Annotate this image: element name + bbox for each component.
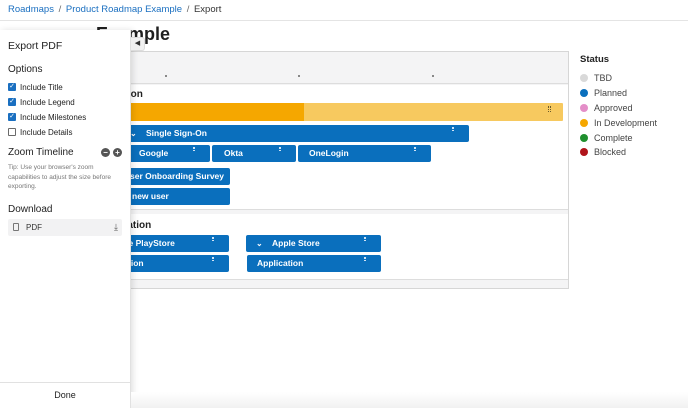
bottom-fade — [131, 392, 688, 408]
status-dot-icon — [580, 133, 588, 142]
status-dot-icon — [580, 148, 588, 157]
bar-label: new user — [132, 191, 169, 201]
bar-label: Apple Store — [272, 238, 320, 248]
bar-label: Google — [139, 148, 169, 158]
bar-label: Application — [257, 258, 304, 268]
timeline-tick — [165, 75, 167, 77]
drag-handle-icon[interactable] — [193, 147, 195, 151]
file-icon — [13, 223, 19, 231]
option-label: Include Legend — [20, 97, 75, 107]
drag-handle-icon[interactable] — [452, 127, 454, 131]
status-dot-icon — [580, 89, 588, 98]
options-heading: Options — [8, 64, 43, 75]
timeline-tick — [432, 75, 434, 77]
feature-bar-application-ios[interactable]: Application — [247, 255, 381, 272]
feature-bar-single-sign-on[interactable]: ⌄ Single Sign-On — [108, 125, 469, 142]
legend-item-complete: Complete — [580, 130, 657, 145]
option-include-milestones[interactable]: ✓ Include Milestones — [8, 111, 86, 123]
checkbox[interactable] — [8, 128, 16, 136]
export-pdf-panel: Export PDF Options ✓ Include Title ✓ Inc… — [0, 30, 131, 408]
drag-handle-icon[interactable] — [548, 106, 551, 112]
header-divider — [0, 20, 688, 21]
option-include-legend[interactable]: ✓ Include Legend — [8, 96, 75, 108]
chevron-down-icon[interactable]: ⌄ — [130, 125, 140, 142]
option-include-details[interactable]: Include Details — [8, 126, 72, 138]
legend-label: In Development — [594, 117, 658, 128]
legend-label: TBD — [594, 73, 612, 84]
zoom-tip: Tip: Use your browser's zoom capabilitie… — [8, 164, 111, 190]
panel-footer: Done — [0, 382, 130, 408]
status-legend: Status TBD Planned Approved In Developme… — [580, 54, 657, 160]
collapse-panel-button[interactable]: ◀ — [131, 37, 145, 51]
progress-fill — [108, 103, 304, 121]
download-heading: Download — [8, 204, 53, 215]
legend-item-blocked: Blocked — [580, 145, 657, 160]
legend-item-tbd: TBD — [580, 71, 657, 86]
feature-bar-apple-store[interactable]: ⌄ Apple Store — [246, 235, 381, 252]
download-icon[interactable]: ⤓ — [114, 222, 118, 233]
legend-label: Complete — [594, 132, 633, 143]
bar-label: OneLogin — [309, 148, 349, 158]
status-dot-icon — [580, 118, 588, 127]
timeline-tick — [298, 75, 300, 77]
option-label: Include Details — [20, 127, 73, 137]
initiative-progress-bar[interactable] — [108, 103, 563, 121]
checkbox[interactable]: ✓ — [8, 113, 16, 121]
feature-bar-okta[interactable]: Okta — [212, 145, 296, 162]
bar-label: ser Onboarding Survey — [130, 171, 224, 181]
pdf-label: PDF — [26, 223, 42, 232]
drag-handle-icon[interactable] — [414, 147, 416, 151]
legend-item-in-development: In Development — [580, 115, 657, 130]
done-button[interactable]: Done — [0, 390, 130, 400]
drag-handle-icon[interactable] — [212, 257, 214, 261]
chevron-left-icon: ◀ — [134, 40, 141, 47]
breadcrumb-roadmaps-link[interactable]: Roadmaps — [8, 4, 54, 15]
legend-item-approved: Approved — [580, 101, 657, 116]
breadcrumb-current: Export — [193, 4, 222, 15]
timeline-header — [109, 52, 568, 84]
zoom-timeline-heading: Zoom Timeline — [8, 147, 74, 158]
drag-handle-icon[interactable] — [279, 147, 281, 151]
pdf-download-row[interactable]: PDF ⤓ — [8, 219, 122, 236]
feature-bar-onelogin[interactable]: OneLogin — [298, 145, 431, 162]
drag-handle-icon[interactable] — [364, 257, 366, 261]
legend-label: Approved — [594, 102, 633, 113]
drag-handle-icon[interactable] — [212, 237, 214, 241]
legend-label: Planned — [594, 88, 628, 99]
breadcrumb-separator: / — [186, 4, 190, 15]
status-dot-icon — [580, 103, 588, 112]
option-label: Include Title — [20, 82, 63, 92]
bar-label: Single Sign-On — [146, 128, 207, 138]
legend-label: Blocked — [594, 147, 627, 158]
bar-label: Okta — [224, 148, 243, 158]
status-dot-icon — [580, 74, 588, 83]
zoom-in-button[interactable]: + — [113, 148, 122, 157]
panel-title: Export PDF — [8, 40, 63, 52]
legend-title: Status — [580, 54, 610, 65]
breadcrumb: Roadmaps / Product Roadmap Example / Exp… — [8, 4, 221, 15]
legend-item-planned: Planned — [580, 86, 657, 101]
breadcrumb-product-roadmap-link[interactable]: Product Roadmap Example — [66, 4, 182, 15]
checkbox[interactable]: ✓ — [8, 98, 16, 106]
option-label: Include Milestones — [20, 112, 87, 122]
drag-handle-icon[interactable] — [364, 237, 366, 241]
checkbox[interactable]: ✓ — [8, 83, 16, 91]
zoom-out-button[interactable]: − — [101, 148, 110, 157]
option-include-title[interactable]: ✓ Include Title — [8, 81, 63, 93]
breadcrumb-separator: / — [58, 4, 62, 15]
chevron-down-icon[interactable]: ⌄ — [256, 235, 266, 252]
